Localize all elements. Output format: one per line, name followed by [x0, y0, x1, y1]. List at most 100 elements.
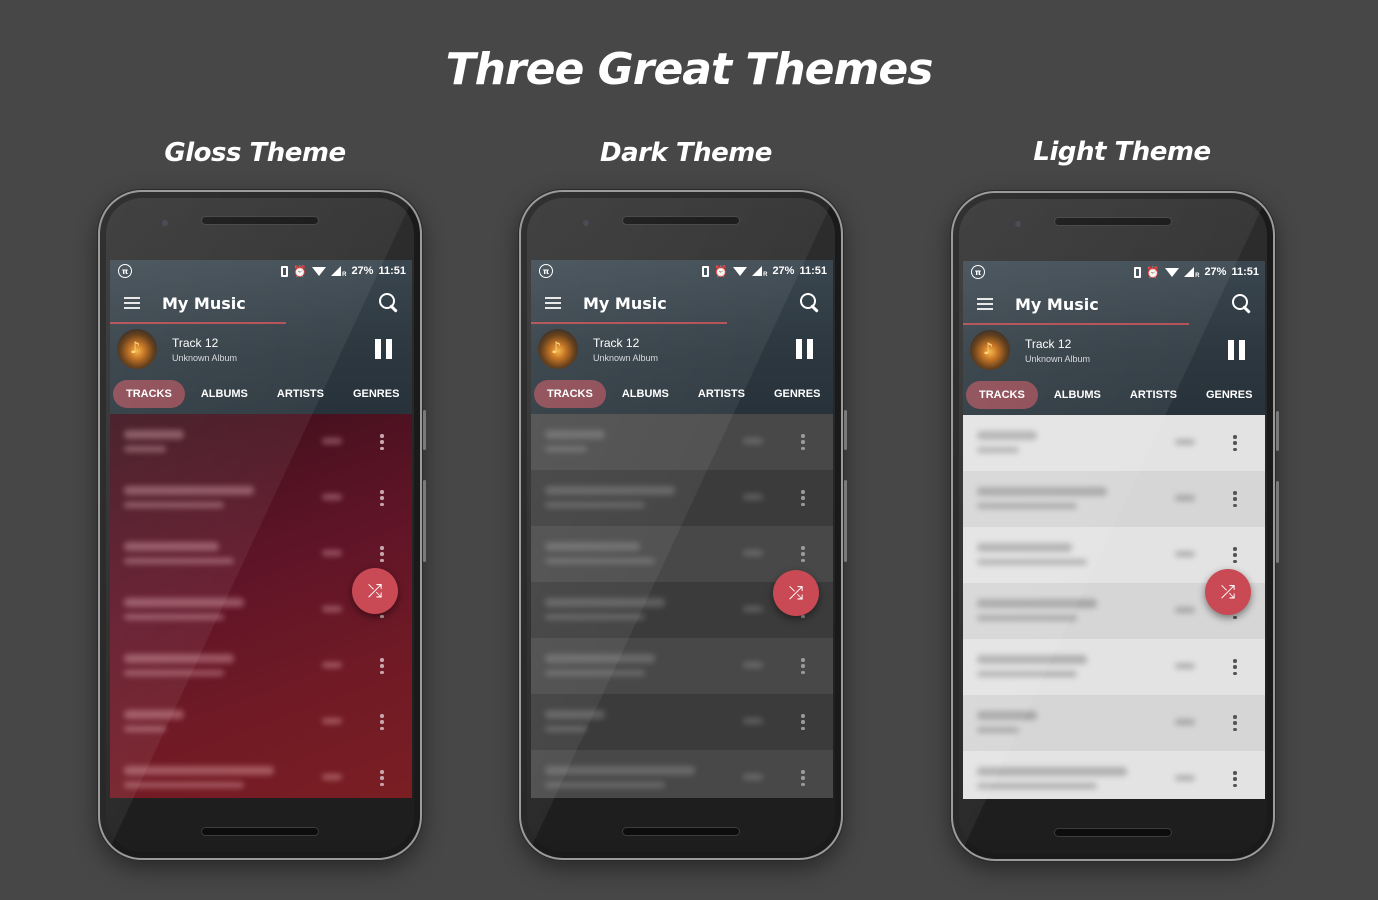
more-vert-icon[interactable]	[801, 770, 805, 786]
album-art[interactable]: ♪	[970, 330, 1010, 370]
pause-button[interactable]	[1228, 340, 1245, 360]
more-vert-icon[interactable]	[801, 490, 805, 506]
tab-genres[interactable]: GENRES	[761, 380, 833, 408]
pause-button[interactable]	[796, 339, 813, 359]
tab-albums[interactable]: ALBUMS	[1041, 381, 1114, 409]
track-row[interactable]	[531, 414, 833, 470]
track-row-title-blurred	[545, 766, 695, 775]
more-vert-icon[interactable]	[1233, 547, 1237, 563]
tab-tracks[interactable]: TRACKS	[113, 380, 185, 408]
menu-icon[interactable]	[545, 297, 561, 309]
more-vert-icon[interactable]	[801, 434, 805, 450]
tab-artists[interactable]: ARTISTS	[1117, 381, 1190, 409]
shuffle-button[interactable]: ⤮	[773, 570, 819, 616]
track-row-duration-blurred	[322, 606, 342, 612]
track-row-subtitle-blurred	[977, 783, 1097, 789]
now-playing-bar[interactable]: ♪ Track 12 Unknown Album	[963, 325, 1265, 375]
more-vert-icon[interactable]	[380, 490, 384, 506]
search-icon[interactable]	[378, 292, 400, 314]
tab-tracks[interactable]: TRACKS	[534, 380, 606, 408]
track-row-subtitle-blurred	[545, 446, 587, 452]
track-row[interactable]	[110, 638, 412, 694]
album-art[interactable]: ♪	[117, 329, 157, 369]
roaming-indicator: R	[1195, 272, 1200, 279]
track-row[interactable]	[110, 694, 412, 750]
tab-artists[interactable]: ARTISTS	[264, 380, 337, 408]
more-vert-icon[interactable]	[801, 546, 805, 562]
track-row-duration-blurred	[322, 718, 342, 724]
track-row-duration-blurred	[322, 662, 342, 668]
volume-button	[423, 480, 426, 562]
volume-button	[844, 480, 847, 562]
shuffle-button[interactable]: ⤮	[1205, 569, 1251, 615]
app-title: My Music	[1015, 294, 1099, 314]
more-vert-icon[interactable]	[1233, 435, 1237, 451]
toolbar: My Music	[963, 283, 1265, 325]
track-row[interactable]	[110, 414, 412, 470]
tab-genres[interactable]: GENRES	[340, 380, 412, 408]
power-button	[1276, 411, 1279, 451]
track-row[interactable]	[963, 695, 1265, 751]
vibrate-icon	[702, 265, 710, 277]
earpiece-speaker	[201, 216, 319, 225]
pause-button[interactable]	[375, 339, 392, 359]
more-vert-icon[interactable]	[1233, 659, 1237, 675]
track-row[interactable]	[963, 639, 1265, 695]
more-vert-icon[interactable]	[801, 658, 805, 674]
track-row[interactable]	[963, 415, 1265, 471]
track-row[interactable]	[110, 470, 412, 526]
menu-icon[interactable]	[124, 297, 140, 309]
tab-bar: TRACKS ALBUMS ARTISTS GENRES	[110, 374, 412, 414]
track-row-title-blurred	[977, 767, 1127, 776]
toolbar: My Music	[110, 282, 412, 324]
track-row[interactable]	[963, 751, 1265, 799]
more-vert-icon[interactable]	[380, 714, 384, 730]
menu-icon[interactable]	[977, 298, 993, 310]
now-playing-bar[interactable]: ♪ Track 12 Unknown Album	[531, 324, 833, 374]
track-row-subtitle-blurred	[977, 503, 1077, 509]
track-row-title-blurred	[124, 654, 234, 663]
track-row[interactable]	[531, 750, 833, 798]
more-vert-icon[interactable]	[1233, 715, 1237, 731]
search-icon[interactable]	[1231, 293, 1253, 315]
track-row-duration-blurred	[743, 494, 763, 500]
track-row[interactable]	[110, 750, 412, 798]
more-vert-icon[interactable]	[801, 714, 805, 730]
album-art[interactable]: ♪	[538, 329, 578, 369]
pi-icon: π	[118, 264, 132, 278]
roaming-indicator: R	[763, 271, 768, 278]
track-row-subtitle-blurred	[124, 726, 166, 732]
front-camera	[1015, 221, 1021, 227]
search-icon[interactable]	[799, 292, 821, 314]
track-row[interactable]	[531, 694, 833, 750]
more-vert-icon[interactable]	[380, 546, 384, 562]
app-screen: π ⏰ R 27% 11:51 My Music ♪ Track 12 Unkn…	[531, 260, 833, 798]
more-vert-icon[interactable]	[380, 434, 384, 450]
track-row[interactable]	[531, 470, 833, 526]
clock-time: 11:51	[378, 265, 406, 277]
shuffle-button[interactable]: ⤮	[352, 568, 398, 614]
more-vert-icon[interactable]	[1233, 771, 1237, 787]
track-row-title-blurred	[124, 542, 219, 551]
tab-albums[interactable]: ALBUMS	[188, 380, 261, 408]
tab-albums[interactable]: ALBUMS	[609, 380, 682, 408]
track-row-title-blurred	[124, 766, 274, 775]
more-vert-icon[interactable]	[380, 770, 384, 786]
track-row-subtitle-blurred	[124, 446, 166, 452]
track-row-subtitle-blurred	[977, 447, 1019, 453]
tab-artists[interactable]: ARTISTS	[685, 380, 758, 408]
track-row[interactable]	[963, 471, 1265, 527]
track-row[interactable]	[531, 638, 833, 694]
now-playing-bar[interactable]: ♪ Track 12 Unknown Album	[110, 324, 412, 374]
track-row-subtitle-blurred	[977, 727, 1019, 733]
app-screen: π ⏰ R 27% 11:51 My Music ♪ Track 12 Unkn…	[963, 261, 1265, 799]
signal-icon	[752, 266, 763, 276]
signal-icon	[331, 266, 342, 276]
tab-genres[interactable]: GENRES	[1193, 381, 1265, 409]
tab-tracks[interactable]: TRACKS	[966, 381, 1038, 409]
alarm-icon: ⏰	[714, 264, 729, 278]
more-vert-icon[interactable]	[1233, 491, 1237, 507]
alarm-icon: ⏰	[293, 264, 308, 278]
track-row-subtitle-blurred	[545, 614, 645, 620]
more-vert-icon[interactable]	[380, 658, 384, 674]
